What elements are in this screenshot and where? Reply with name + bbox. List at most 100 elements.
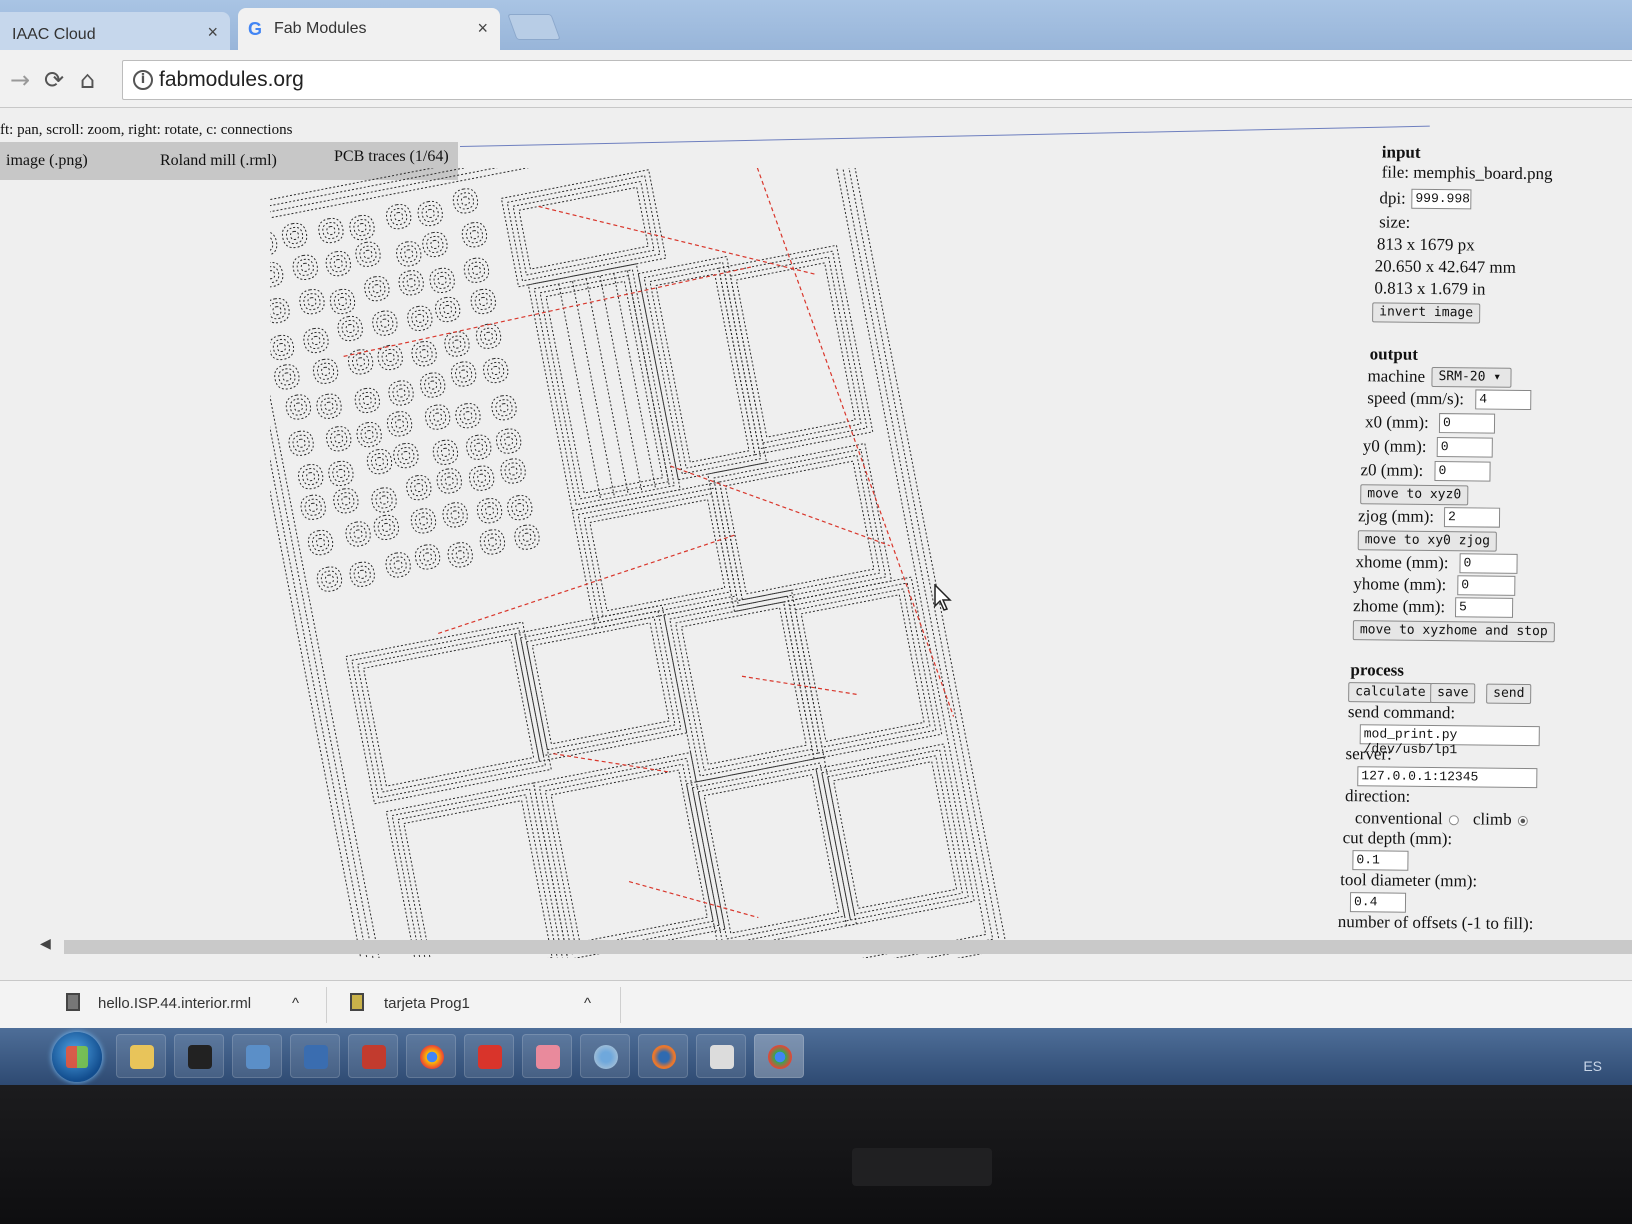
climb-radio[interactable]: [1517, 815, 1528, 827]
address-bar[interactable]: i fabmodules.org: [122, 60, 1632, 100]
chevron-up-icon[interactable]: ^: [292, 995, 299, 1012]
toolpath-trace: [425, 208, 435, 219]
forward-icon[interactable]: →: [10, 66, 30, 94]
toolpath-trace: [337, 492, 355, 510]
firefox-icon[interactable]: [638, 1034, 688, 1078]
toolpath-trace: [450, 361, 477, 387]
toolpath-preview[interactable]: [270, 168, 1070, 958]
snipping-tool-icon[interactable]: [696, 1034, 746, 1078]
zhome-label: zhome (mm):: [1353, 596, 1446, 617]
dpi-field[interactable]: 999.998: [1411, 188, 1472, 210]
input-format-menu[interactable]: image (.png): [6, 152, 88, 170]
toolpath-trace: [298, 464, 324, 490]
toolpath-trace: [318, 217, 344, 244]
save-button[interactable]: save: [1430, 682, 1476, 704]
b-app-icon[interactable]: [464, 1034, 514, 1078]
cut-depth-field[interactable]: 0.1: [1352, 850, 1409, 871]
z0-field[interactable]: 0: [1434, 461, 1491, 482]
toolpath-trace: [452, 339, 462, 349]
move-to-xy0-zjog-button[interactable]: move to xy0 zjog: [1357, 530, 1498, 552]
toolpath-trace: [397, 794, 559, 958]
toolpath-trace: [333, 488, 359, 514]
toolpath-trace: [424, 404, 451, 430]
toolpath-trace: [371, 487, 397, 513]
close-icon[interactable]: ×: [207, 22, 218, 43]
toolpath-trace: [467, 261, 486, 279]
connection-line: [538, 205, 817, 276]
direction-conventional: conventional climb: [1355, 808, 1528, 830]
yhome-field[interactable]: 0: [1457, 575, 1516, 596]
toolpath-trace: [307, 529, 334, 556]
process-menu[interactable]: PCB traces (1/64): [334, 148, 449, 166]
climb-label: climb: [1472, 809, 1512, 829]
start-button[interactable]: [52, 1032, 102, 1082]
invert-image-button[interactable]: invert image: [1372, 302, 1481, 324]
x0-field[interactable]: 0: [1438, 413, 1496, 434]
move-to-xyzhome-button[interactable]: move to xyzhome and stop: [1352, 620, 1555, 643]
toolpath-trace: [469, 230, 480, 240]
toolpath-trace: [368, 280, 386, 298]
toolpath-trace: [402, 274, 420, 292]
toolpath-trace: [270, 231, 278, 257]
download-item-name[interactable]: tarjeta Prog1: [384, 995, 470, 1012]
toolpath-trace: [440, 472, 458, 490]
toolpath-trace: [487, 537, 497, 547]
toolpath-trace: [347, 349, 374, 375]
close-icon[interactable]: ×: [477, 18, 488, 39]
language-indicator[interactable]: ES: [1583, 1058, 1602, 1074]
move-to-xyz0-button[interactable]: move to xyz0: [1360, 484, 1469, 506]
tool-diameter-field[interactable]: 0.4: [1349, 892, 1407, 913]
chrome-active-icon[interactable]: [754, 1034, 804, 1078]
y0-field[interactable]: 0: [1436, 437, 1493, 458]
remote-desktop-icon[interactable]: [232, 1034, 282, 1078]
toolpath-trace: [385, 552, 411, 578]
xhome-field[interactable]: 0: [1459, 553, 1518, 574]
chrome-icon[interactable]: [406, 1034, 456, 1078]
reload-icon[interactable]: ⟳: [44, 66, 64, 94]
home-icon[interactable]: ⌂: [80, 66, 95, 94]
toolpath-trace: [395, 419, 405, 429]
toolpath-trace: [433, 412, 443, 422]
new-tab-button[interactable]: [507, 14, 561, 40]
zhome-field[interactable]: 5: [1454, 597, 1514, 618]
toolpath-trace: [525, 616, 676, 751]
chevron-up-icon[interactable]: ^: [584, 995, 591, 1012]
toolpath-trace: [393, 442, 419, 469]
file-explorer-icon[interactable]: [116, 1034, 166, 1078]
openscad-icon[interactable]: [348, 1034, 398, 1078]
paint-icon[interactable]: [522, 1034, 572, 1078]
chrome-canary-icon[interactable]: [580, 1034, 630, 1078]
toolpath-trace: [345, 621, 552, 805]
speed-label: speed (mm/s):: [1367, 388, 1465, 409]
tab-fab-modules[interactable]: G Fab Modules ×: [238, 8, 500, 50]
send-button[interactable]: send: [1486, 683, 1532, 705]
jabref-icon[interactable]: [290, 1034, 340, 1078]
inkscape-icon[interactable]: [174, 1034, 224, 1078]
toolpath-trace: [290, 230, 300, 241]
connection-line: [741, 675, 858, 696]
info-icon[interactable]: i: [133, 70, 153, 90]
tab-iaac-cloud[interactable]: IAAC Cloud ×: [0, 12, 230, 50]
toolpath-trace: [669, 595, 819, 777]
send-command-field[interactable]: mod_print.py /dev/usb/lp1: [1359, 724, 1540, 757]
toolpath-trace: [296, 258, 314, 276]
toolpath-trace: [439, 300, 457, 319]
toolpath-trace: [401, 451, 411, 461]
calculate-button[interactable]: calculate: [1348, 682, 1433, 704]
server-field[interactable]: 127.0.0.1:12345: [1357, 766, 1538, 789]
toolpath-trace: [341, 496, 351, 506]
download-item-name[interactable]: hello.ISP.44.interior.rml: [98, 995, 251, 1012]
zjog-field[interactable]: 2: [1443, 507, 1501, 528]
toolpath-trace: [316, 362, 335, 380]
toolpath-trace: [320, 570, 339, 588]
conventional-radio[interactable]: [1448, 815, 1459, 826]
speed-field[interactable]: 4: [1475, 389, 1532, 411]
output-machine-menu[interactable]: Roland mill (.rml): [160, 152, 277, 170]
scroll-left-arrow-icon[interactable]: ◀: [40, 936, 51, 953]
toolpath-trace: [356, 421, 382, 448]
y0-label: y0 (mm):: [1362, 436, 1427, 456]
toolpath-trace: [474, 442, 484, 452]
toolpath-trace: [270, 235, 274, 253]
machine-select[interactable]: SRM-20 ▾: [1431, 366, 1512, 388]
toolpath-trace: [306, 472, 316, 482]
